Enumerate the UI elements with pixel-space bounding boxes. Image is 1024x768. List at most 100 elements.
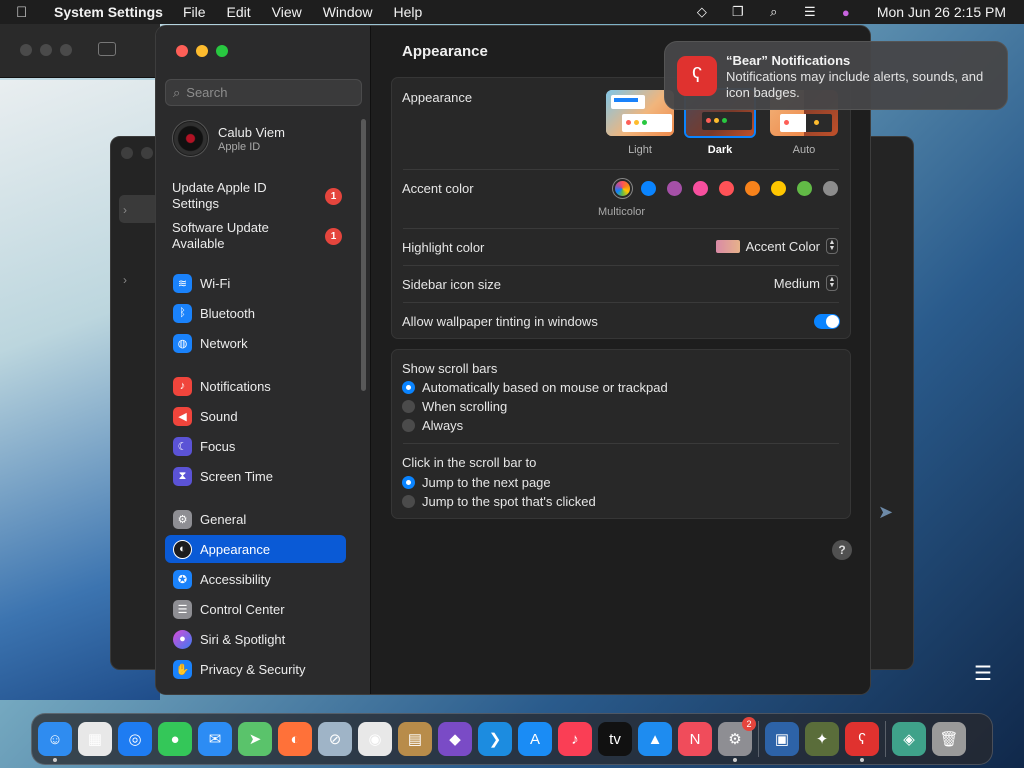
sidebar-item-accessibility[interactable]: ✪ Accessibility (165, 565, 346, 593)
close-button[interactable] (176, 45, 188, 57)
bear-icon[interactable]: ʕ (845, 722, 879, 762)
system-settings-icon[interactable]: ⚙ 2 (718, 717, 756, 762)
sliders-icon[interactable]: ☰ (974, 661, 1002, 685)
radio-label: Automatically based on mouse or trackpad (422, 380, 668, 395)
radio-button[interactable] (402, 419, 415, 432)
radio-jump-to-spot[interactable]: Jump to the spot that's clicked (402, 494, 596, 509)
apple-id-profile[interactable]: Calub Viem Apple ID (172, 120, 285, 157)
radio-scroll-automatic[interactable]: Automatically based on mouse or trackpad (402, 380, 668, 395)
radio-button[interactable] (402, 476, 415, 489)
window-controls (176, 45, 228, 57)
virtualbox-icon[interactable]: ▣ (765, 722, 799, 756)
keynote-icon[interactable]: ▲ (638, 722, 672, 756)
sidebar-item-focus[interactable]: ☾ Focus (165, 432, 346, 460)
sidebar-item-notifications[interactable]: ♪ Notifications (165, 372, 346, 400)
sidebar-item-update-apple-id[interactable]: Update Apple ID Settings 1 (172, 180, 342, 212)
chrome-icon[interactable]: ◉ (358, 722, 392, 756)
safari-icon[interactable]: ◎ (118, 722, 152, 756)
control-center-icon[interactable]: ☰ (801, 4, 819, 19)
accent-swatch-orange[interactable] (745, 181, 760, 196)
dock-badge: 2 (742, 717, 756, 731)
radio-scroll-when-scrolling[interactable]: When scrolling (402, 399, 507, 414)
accent-swatch-green[interactable] (797, 181, 812, 196)
archive-app-icon[interactable]: ▤ (398, 722, 432, 756)
chevron-right-icon[interactable]: › (123, 203, 127, 217)
visual-studio-icon[interactable]: ◆ (438, 722, 472, 756)
sidebar-item-software-update[interactable]: Software Update Available 1 (172, 220, 342, 252)
menu-clock[interactable]: Mon Jun 26 2:15 PM (877, 4, 1006, 20)
mail-icon[interactable]: ✉ (198, 722, 232, 756)
radio-button[interactable] (402, 400, 415, 413)
menu-file[interactable]: File (183, 4, 206, 20)
downloads-stack-icon[interactable]: ◈ (892, 722, 926, 756)
radio-button[interactable] (402, 381, 415, 394)
sidebar-item-screen-time[interactable]: ⧗ Screen Time (165, 462, 346, 490)
help-button[interactable]: ? (832, 540, 852, 560)
firefox-icon[interactable]: ◐ (278, 722, 312, 756)
app-store-icon[interactable]: A (518, 722, 552, 756)
chevron-right-icon[interactable]: › (123, 273, 127, 287)
bg-close-button[interactable] (20, 44, 32, 56)
menu-help[interactable]: Help (394, 4, 423, 20)
sidebar-item-siri-spotlight[interactable]: ● Siri & Spotlight (165, 625, 346, 653)
radio-jump-next-page[interactable]: Jump to the next page (402, 475, 551, 490)
menu-edit[interactable]: Edit (227, 4, 251, 20)
apple-menu-icon[interactable]:  (16, 4, 36, 21)
bg-zoom-button[interactable] (60, 44, 72, 56)
sidebar-icon-size-popup[interactable]: Medium ▲ ▼ (774, 275, 838, 291)
sidebar-item-control-center[interactable]: ☰ Control Center (165, 595, 346, 623)
launchpad-icon[interactable]: ▦ (78, 722, 112, 756)
bg-minimize-button[interactable] (40, 44, 52, 56)
sidebar-item-bluetooth[interactable]: ᛒ Bluetooth (165, 299, 346, 327)
accent-swatch-pink[interactable] (693, 181, 708, 196)
no-entry-app-icon[interactable]: ⊘ (318, 722, 352, 756)
notification-badge: 1 (325, 228, 342, 245)
accent-swatch-purple[interactable] (667, 181, 682, 196)
sidebar-item-network[interactable]: ◍ Network (165, 329, 346, 357)
wallpaper-tinting-toggle[interactable] (814, 314, 840, 329)
trash-icon[interactable]: 🗑 (932, 722, 966, 756)
bg2-minimize-button[interactable] (141, 147, 153, 159)
sidebar-scrollbar[interactable] (361, 119, 366, 391)
menu-view[interactable]: View (272, 4, 302, 20)
screen-mirroring-icon[interactable]: ❐ (729, 4, 747, 19)
search-icon[interactable]: ⌕ (765, 4, 783, 19)
diamond-icon[interactable]: ◇ (693, 4, 711, 19)
bg2-close-button[interactable] (121, 147, 133, 159)
sidebar-item-sound[interactable]: ◀ Sound (165, 402, 346, 430)
search-input[interactable] (186, 85, 347, 100)
sidebar-toggle-icon[interactable] (98, 42, 116, 56)
speaker-icon: ◀ (173, 406, 192, 426)
siri-icon[interactable]: ● (837, 5, 855, 20)
accent-swatch-blue[interactable] (641, 181, 656, 196)
search-field[interactable]: ⌕ (165, 79, 362, 106)
minimize-button[interactable] (196, 45, 208, 57)
accent-swatch-red[interactable] (719, 181, 734, 196)
globe-icon: ◍ (173, 333, 192, 353)
accent-swatch-yellow[interactable] (771, 181, 786, 196)
news-icon[interactable]: N (678, 722, 712, 756)
zoom-button[interactable] (216, 45, 228, 57)
highlight-color-popup[interactable]: Accent Color ▲ ▼ (715, 238, 838, 254)
sidebar-item-wifi[interactable]: ≋ Wi-Fi (165, 269, 346, 297)
sidebar-item-appearance[interactable]: ◐ Appearance (165, 535, 346, 563)
show-scroll-bars-label: Show scroll bars (402, 361, 498, 376)
music-icon[interactable]: ♪ (558, 722, 592, 756)
menu-app-name[interactable]: System Settings (54, 4, 163, 20)
finder-icon[interactable]: ☺ (38, 722, 72, 762)
notification-banner[interactable]: ʕ “Bear” Notifications Notifications may… (664, 41, 1008, 110)
sidebar-item-privacy-security[interactable]: ✋ Privacy & Security (165, 655, 346, 683)
sidebar-item-general[interactable]: ⚙ General (165, 505, 346, 533)
radio-button[interactable] (402, 495, 415, 508)
accent-swatch-graphite[interactable] (823, 181, 838, 196)
radio-scroll-always[interactable]: Always (402, 418, 463, 433)
dock-separator (885, 721, 886, 757)
accent-swatch-multicolor[interactable] (615, 181, 630, 196)
maps-icon[interactable]: ➤ (238, 722, 272, 756)
search-icon: ⌕ (173, 84, 181, 100)
messages-icon[interactable]: ● (158, 722, 192, 756)
menu-window[interactable]: Window (323, 4, 373, 20)
vscode-icon[interactable]: ❯ (478, 722, 512, 756)
utility-app-icon[interactable]: ✦ (805, 722, 839, 756)
apple-tv-icon[interactable]: tv (598, 722, 632, 756)
